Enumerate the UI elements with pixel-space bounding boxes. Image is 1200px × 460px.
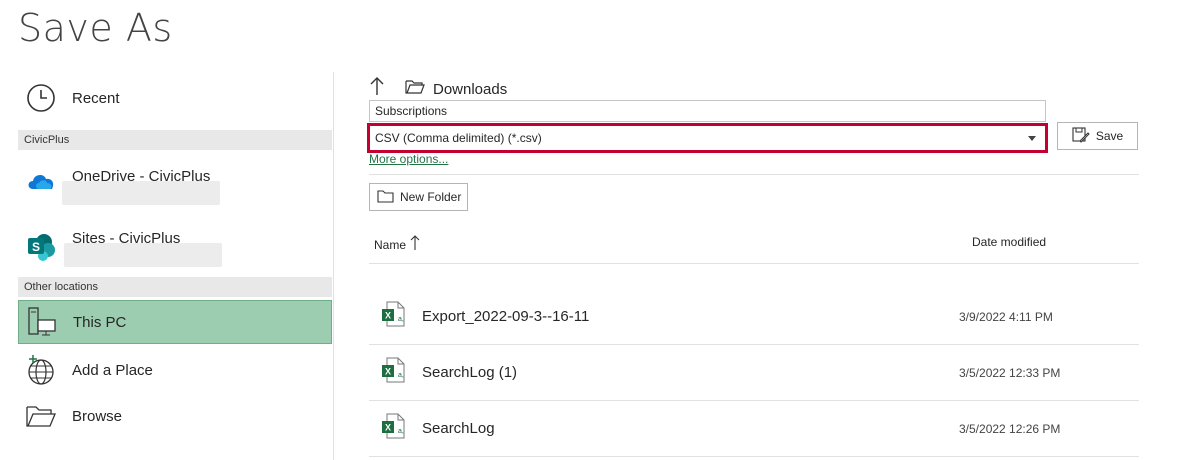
sidebar-item-label: Add a Place bbox=[72, 361, 153, 379]
breadcrumb: Downloads bbox=[369, 76, 507, 102]
new-folder-button[interactable]: New Folder bbox=[369, 183, 468, 211]
sidebar-item-label: This PC bbox=[73, 313, 127, 331]
folder-open-icon bbox=[22, 397, 60, 435]
sidebar-item-this-pc[interactable]: This PC bbox=[18, 300, 332, 344]
svg-text:X: X bbox=[385, 311, 391, 321]
svg-text:a,: a, bbox=[398, 316, 404, 323]
sidebar-item-label: Browse bbox=[72, 407, 123, 425]
sharepoint-icon: S bbox=[22, 228, 60, 266]
sidebar-item-browse[interactable]: Browse bbox=[18, 396, 332, 436]
breadcrumb-folder[interactable]: Downloads bbox=[433, 81, 507, 98]
svg-text:X: X bbox=[385, 423, 391, 433]
more-options-link[interactable]: More options... bbox=[369, 152, 448, 166]
filetype-value: CSV (Comma delimited) (*.csv) bbox=[375, 131, 542, 145]
new-folder-label: New Folder bbox=[400, 190, 462, 204]
file-name: SearchLog (1) bbox=[422, 364, 518, 381]
computer-icon bbox=[23, 303, 61, 341]
section-header-other-locations: Other locations bbox=[18, 277, 332, 297]
svg-text:X: X bbox=[385, 367, 391, 377]
divider bbox=[369, 456, 1139, 457]
svg-text:a,: a, bbox=[398, 428, 404, 435]
excel-file-icon: Xa, bbox=[381, 413, 405, 444]
page-title: Save As bbox=[18, 6, 173, 50]
divider bbox=[369, 263, 1139, 264]
column-header-name[interactable]: Name bbox=[374, 235, 420, 254]
file-name: SearchLog bbox=[422, 420, 495, 437]
sidebar-divider bbox=[333, 72, 334, 460]
file-date: 3/5/2022 12:33 PM bbox=[959, 365, 1061, 380]
sort-up-arrow-icon bbox=[410, 235, 420, 254]
svg-text:S: S bbox=[32, 240, 40, 254]
divider bbox=[369, 174, 1139, 175]
file-row[interactable]: Xa, Export_2022-09-3--16-11 3/9/2022 4:1… bbox=[369, 289, 1139, 344]
sidebar: Recent CivicPlus OneDrive - CivicPlus S … bbox=[0, 70, 333, 460]
folder-icon bbox=[377, 189, 394, 206]
clock-icon bbox=[22, 79, 60, 117]
column-name-label: Name bbox=[374, 237, 407, 252]
file-date: 3/9/2022 4:11 PM bbox=[959, 309, 1053, 324]
excel-file-icon: Xa, bbox=[381, 357, 405, 388]
excel-file-icon: Xa, bbox=[381, 301, 405, 332]
section-header-civicplus: CivicPlus bbox=[18, 130, 332, 150]
up-arrow-icon[interactable] bbox=[369, 76, 391, 102]
chevron-down-icon bbox=[1028, 135, 1036, 141]
file-row[interactable]: Xa, SearchLog (1) 3/5/2022 12:33 PM bbox=[369, 345, 1139, 400]
filetype-select[interactable]: CSV (Comma delimited) (*.csv) bbox=[367, 123, 1048, 153]
account-redacted bbox=[64, 243, 222, 267]
column-header-date[interactable]: Date modified bbox=[972, 235, 1046, 249]
onedrive-cloud-icon bbox=[22, 162, 60, 200]
file-name: Export_2022-09-3--16-11 bbox=[422, 308, 590, 325]
sidebar-item-label: Recent bbox=[72, 89, 120, 107]
save-icon bbox=[1072, 126, 1090, 146]
sidebar-item-recent[interactable]: Recent bbox=[18, 78, 332, 118]
svg-text:a,: a, bbox=[398, 372, 404, 379]
save-button[interactable]: Save bbox=[1057, 122, 1138, 150]
globe-add-icon bbox=[22, 351, 60, 389]
filename-input[interactable]: Subscriptions bbox=[369, 100, 1046, 122]
account-redacted bbox=[62, 181, 220, 205]
sidebar-item-add-place[interactable]: Add a Place bbox=[18, 350, 332, 390]
file-row[interactable]: Xa, SearchLog 3/5/2022 12:26 PM bbox=[369, 401, 1139, 456]
file-date: 3/5/2022 12:26 PM bbox=[959, 421, 1061, 436]
folder-open-icon bbox=[405, 79, 425, 100]
save-button-label: Save bbox=[1095, 129, 1124, 143]
